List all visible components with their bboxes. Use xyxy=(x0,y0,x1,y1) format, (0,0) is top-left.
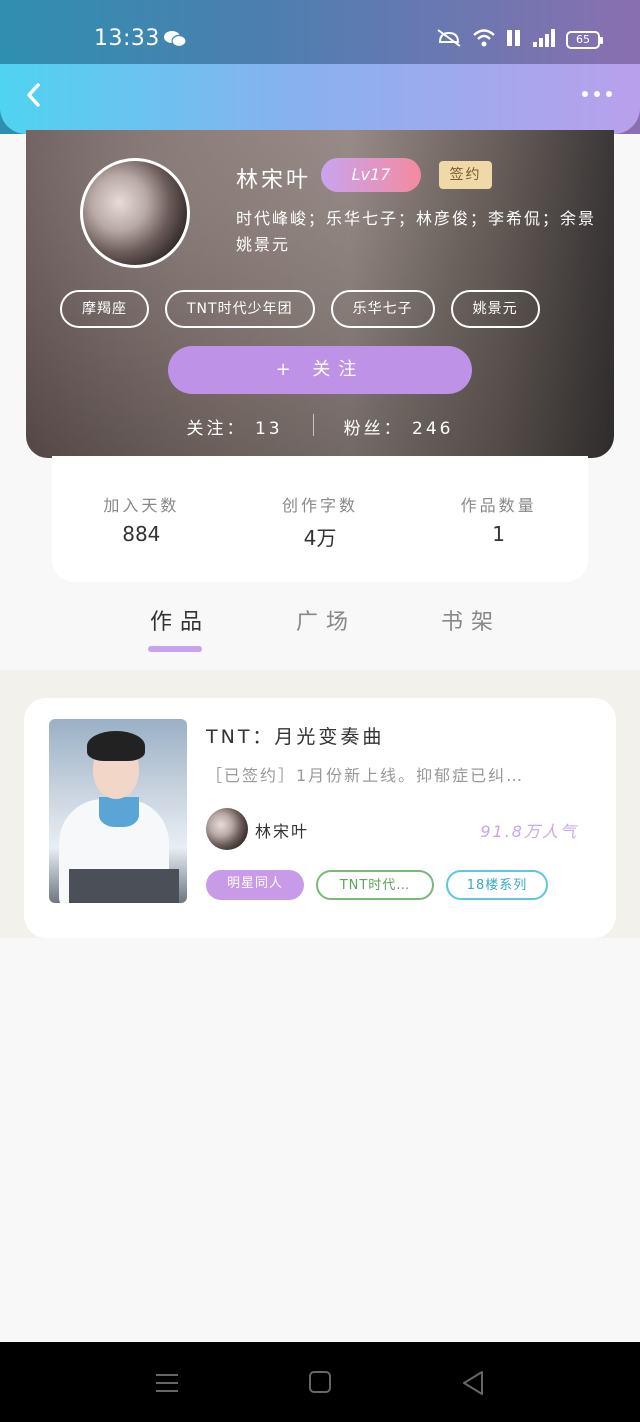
profile-name: 林宋叶 xyxy=(236,168,312,193)
work-title[interactable]: TNT：月光变奏曲 xyxy=(206,722,384,749)
profile-tag[interactable]: 乐华七子 xyxy=(330,290,435,328)
profile-tag[interactable]: TNT时代少年团 xyxy=(165,290,315,328)
tab-works[interactable]: 作品 xyxy=(150,604,210,636)
work-tag[interactable]: TNT时代… xyxy=(316,870,434,900)
following-count[interactable]: 关注： 13 xyxy=(187,414,283,439)
stat-join-days: 加入天数 884 xyxy=(66,492,216,582)
wechat-icon xyxy=(164,30,187,52)
work-card[interactable]: TNT：月光变奏曲 ［已签约］1月份新上线。抑郁症已纠… 林宋叶 91.8万人气… xyxy=(24,698,616,938)
profile-tag[interactable]: 摩羯座 xyxy=(60,290,149,328)
stat-value: 1 xyxy=(492,522,505,546)
more-dot-icon xyxy=(594,91,600,97)
follow-counts: 关注： 13 粉丝： 246 xyxy=(26,414,614,439)
stat-label: 创作字数 xyxy=(281,496,358,515)
more-dot-icon xyxy=(582,91,588,97)
work-description: ［已签约］1月份新上线。抑郁症已纠… xyxy=(206,766,525,785)
back-triangle-icon[interactable] xyxy=(460,1370,486,1400)
mute-icon xyxy=(436,28,462,52)
menu-icon[interactable] xyxy=(154,1370,180,1400)
battery-icon: 65 xyxy=(566,31,603,49)
stat-label: 加入天数 xyxy=(103,496,180,515)
stat-word-count: 创作字数 4万 xyxy=(245,492,395,582)
system-nav-bar xyxy=(0,1342,640,1422)
profile-card: 林宋叶 Lv17 签约 时代峰峻；乐华七子；林彦俊；李希侃；余景 姚景元 摩羯座… xyxy=(26,130,614,458)
stats-card: 加入天数 884 创作字数 4万 作品数量 1 xyxy=(52,456,588,582)
follow-button[interactable]: + 关注 xyxy=(168,346,472,394)
hd-signal-icon xyxy=(506,28,522,52)
avatar[interactable] xyxy=(80,158,190,268)
work-cover-image[interactable] xyxy=(49,719,187,903)
divider xyxy=(312,414,314,436)
tab-bar: 作品 广场 书架 xyxy=(0,600,640,670)
tab-square[interactable]: 广场 xyxy=(296,604,356,636)
work-tag[interactable]: 18楼系列 xyxy=(446,870,548,900)
author-avatar[interactable] xyxy=(206,808,248,850)
cell-signal-icon xyxy=(532,28,556,52)
stat-value: 884 xyxy=(122,522,161,546)
status-bar: 13:33 65 xyxy=(0,0,640,64)
author-name[interactable]: 林宋叶 xyxy=(255,818,309,842)
back-button[interactable] xyxy=(20,80,50,110)
stat-value: 4万 xyxy=(303,526,337,550)
stat-label: 作品数量 xyxy=(460,496,537,515)
bio-line: 时代峰峻；乐华七子；林彦俊；李希侃；余景 xyxy=(236,209,597,228)
more-dot-icon xyxy=(606,91,612,97)
header-bar xyxy=(0,64,640,134)
profile-tags: 摩羯座 TNT时代少年团 乐华七子 姚景元 xyxy=(60,290,540,328)
level-badge: Lv17 xyxy=(321,158,421,192)
active-tab-indicator xyxy=(148,646,202,652)
work-tags: 明星同人 TNT时代… 18楼系列 xyxy=(206,870,548,900)
followers-count[interactable]: 粉丝： 246 xyxy=(344,414,454,439)
status-time: 13:33 xyxy=(94,26,160,51)
wifi-icon xyxy=(472,28,496,52)
chevron-left-icon xyxy=(27,83,40,107)
tab-bookshelf[interactable]: 书架 xyxy=(441,604,501,636)
status-icons: 65 xyxy=(436,28,603,52)
more-button[interactable] xyxy=(582,84,616,104)
signed-badge: 签约 xyxy=(439,161,492,189)
home-icon[interactable] xyxy=(308,1370,332,1398)
bio-line: 姚景元 xyxy=(236,235,291,254)
work-popularity: 91.8万人气 xyxy=(480,822,578,841)
profile-bio: 时代峰峻；乐华七子；林彦俊；李希侃；余景 姚景元 xyxy=(236,206,614,258)
profile-tag[interactable]: 姚景元 xyxy=(450,290,540,328)
stat-works-count: 作品数量 1 xyxy=(424,492,574,582)
work-tag[interactable]: 明星同人 xyxy=(206,870,304,900)
